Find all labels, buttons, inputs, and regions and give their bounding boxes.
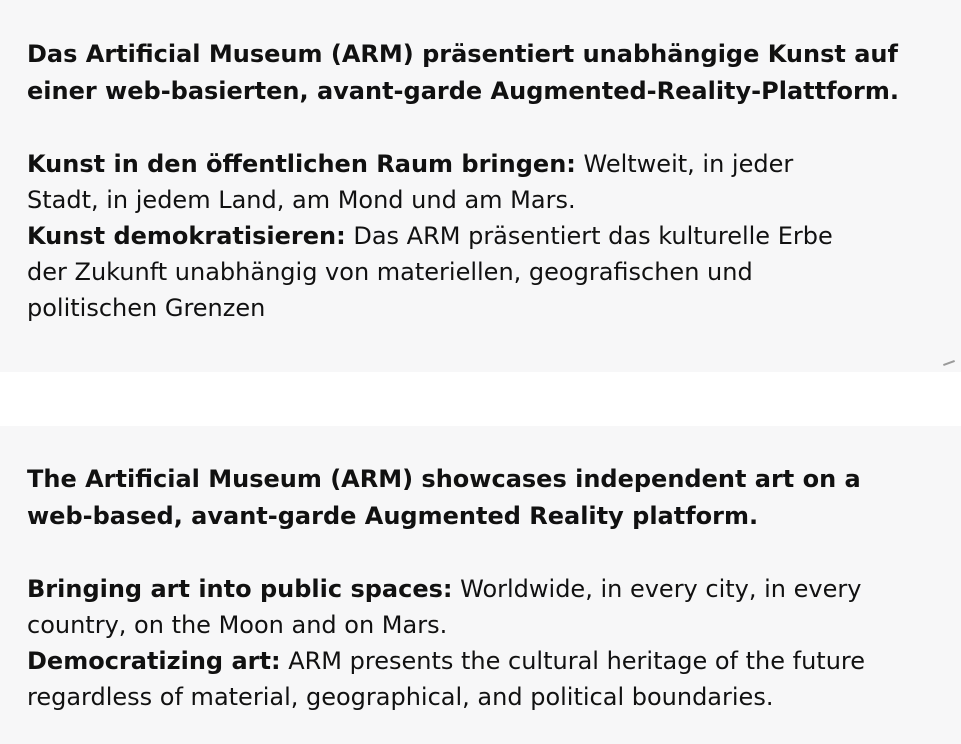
english-content: The Artificial Museum (ARM) showcases in… [27,461,937,732]
feature-democratize-german: Kunst demokratisieren: Das ARM präsentie… [27,218,837,326]
feature-public-space-english: Bringing art into public spaces: Worldwi… [27,571,932,643]
feature-title: Kunst in den öffentlichen Raum bringen: [27,150,576,178]
resize-handle-icon [943,360,955,366]
feature-title: Kunst demokratisieren: [27,222,346,250]
feature-title: Democratizing art: [27,647,281,675]
feature-list-english: Bringing art into public spaces: Worldwi… [27,571,932,715]
feature-public-space-german: Kunst in den öffentlichen Raum bringen: … [27,146,837,218]
intro-section-english: The Artificial Museum (ARM) showcases in… [0,426,961,744]
feature-democratize-english: Democratizing art: ARM presents the cult… [27,643,932,715]
feature-title: Bringing art into public spaces: [27,575,453,603]
intro-section-german: Das Artificial Museum (ARM) präsentiert … [0,0,961,372]
headline-german: Das Artificial Museum (ARM) präsentiert … [27,40,899,105]
headline-english: The Artificial Museum (ARM) showcases in… [27,465,861,530]
feature-list-german: Kunst in den öffentlichen Raum bringen: … [27,146,837,326]
